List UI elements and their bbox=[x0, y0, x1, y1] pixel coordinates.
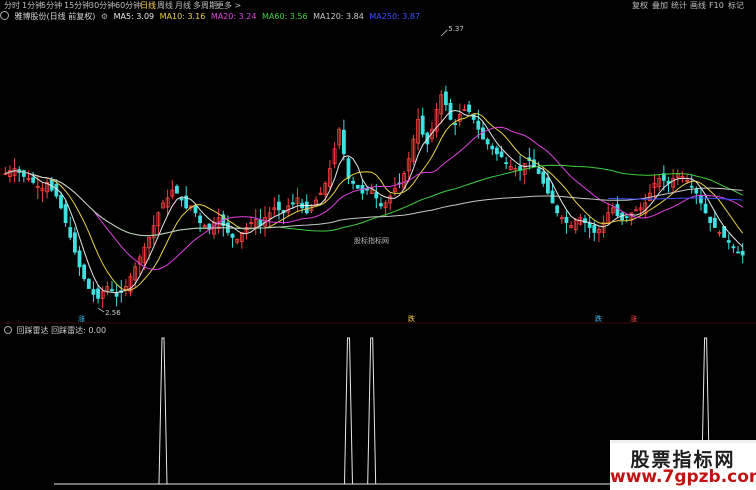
candle-body bbox=[708, 216, 713, 224]
candle-body bbox=[290, 202, 295, 205]
signal-marker: 涨 bbox=[78, 314, 85, 323]
candle-body bbox=[63, 204, 68, 224]
candle-body bbox=[193, 205, 198, 214]
candle-body bbox=[564, 216, 569, 224]
candle-body bbox=[550, 190, 555, 204]
candle-body bbox=[96, 288, 100, 299]
candle-body bbox=[59, 195, 63, 209]
candle-body bbox=[355, 184, 360, 189]
signal-spike bbox=[343, 337, 353, 485]
candle-body bbox=[420, 115, 425, 135]
candle-body bbox=[536, 168, 541, 174]
signal-spike bbox=[367, 337, 377, 485]
candle-body bbox=[541, 171, 546, 184]
candle-body bbox=[198, 215, 202, 224]
candle-body bbox=[694, 188, 699, 194]
candle-body bbox=[485, 139, 490, 145]
candle-body bbox=[490, 145, 495, 150]
candle-body bbox=[346, 158, 351, 179]
watermark-url: www.7gpzb.com bbox=[610, 467, 756, 487]
candle-body bbox=[443, 91, 448, 106]
candle-body bbox=[592, 225, 597, 233]
ma5-line bbox=[5, 109, 744, 294]
candle-body bbox=[699, 195, 703, 204]
indicator-icon bbox=[4, 326, 12, 334]
candle-body bbox=[731, 246, 736, 249]
candle-body bbox=[703, 203, 708, 214]
candle-body bbox=[179, 197, 184, 201]
candle-body bbox=[546, 177, 550, 194]
ma20-line bbox=[5, 126, 743, 271]
ma120-line bbox=[5, 170, 743, 237]
candle-body bbox=[499, 151, 504, 158]
candle-body bbox=[740, 250, 745, 256]
signal-marker: 跌 bbox=[595, 314, 602, 323]
candle-body bbox=[304, 201, 309, 214]
signal-marker: 涨 bbox=[630, 314, 637, 323]
candle-body bbox=[587, 222, 592, 228]
candle-body bbox=[341, 129, 346, 155]
chart-watermark: 股标指标网 bbox=[354, 237, 389, 245]
candle-body bbox=[110, 289, 114, 292]
candle-body bbox=[175, 185, 179, 194]
candle-body bbox=[467, 104, 471, 112]
candle-body bbox=[689, 185, 694, 188]
signal-marker: 跌 bbox=[408, 314, 415, 323]
candle-body bbox=[31, 177, 36, 183]
candle-body bbox=[615, 204, 620, 217]
signal-spike bbox=[158, 337, 168, 485]
low-price-label: 2.56 bbox=[105, 309, 121, 317]
candle-body bbox=[504, 162, 509, 165]
sub-indicator-value: 回踩雷达: 0.00 bbox=[51, 326, 107, 335]
candle-body bbox=[82, 264, 87, 280]
candle-body bbox=[91, 289, 96, 295]
candle-body bbox=[726, 240, 731, 243]
candle-body bbox=[555, 205, 560, 214]
candle-body bbox=[624, 216, 629, 219]
candle-body bbox=[471, 114, 476, 120]
candle-body bbox=[736, 251, 740, 254]
candle-body bbox=[494, 147, 499, 155]
candle-body bbox=[230, 233, 235, 238]
candle-body bbox=[712, 217, 717, 228]
sub-indicator-name[interactable]: 回踩雷达 bbox=[17, 326, 49, 335]
candle-body bbox=[476, 120, 481, 130]
sub-indicator-legend: 回踩雷达 回踩雷达: 0.00 bbox=[4, 325, 106, 337]
candle-body bbox=[77, 250, 82, 268]
candle-body bbox=[351, 180, 356, 184]
low-pointer bbox=[97, 307, 105, 313]
candle-body bbox=[379, 203, 383, 207]
ma60-line bbox=[5, 164, 743, 237]
candle-body bbox=[114, 292, 119, 297]
candle-body bbox=[277, 201, 281, 211]
candle-body bbox=[86, 278, 91, 289]
candle-body bbox=[68, 227, 73, 238]
high-pointer bbox=[440, 29, 448, 37]
high-price-label: 5.37 bbox=[448, 25, 464, 33]
candle-body bbox=[374, 192, 379, 199]
ma10-line bbox=[5, 113, 744, 291]
candle-body bbox=[72, 232, 77, 253]
site-watermark: 股票指标网 www.7gpzb.com bbox=[610, 440, 756, 490]
candle-body bbox=[453, 123, 458, 126]
candle-body bbox=[21, 170, 26, 177]
